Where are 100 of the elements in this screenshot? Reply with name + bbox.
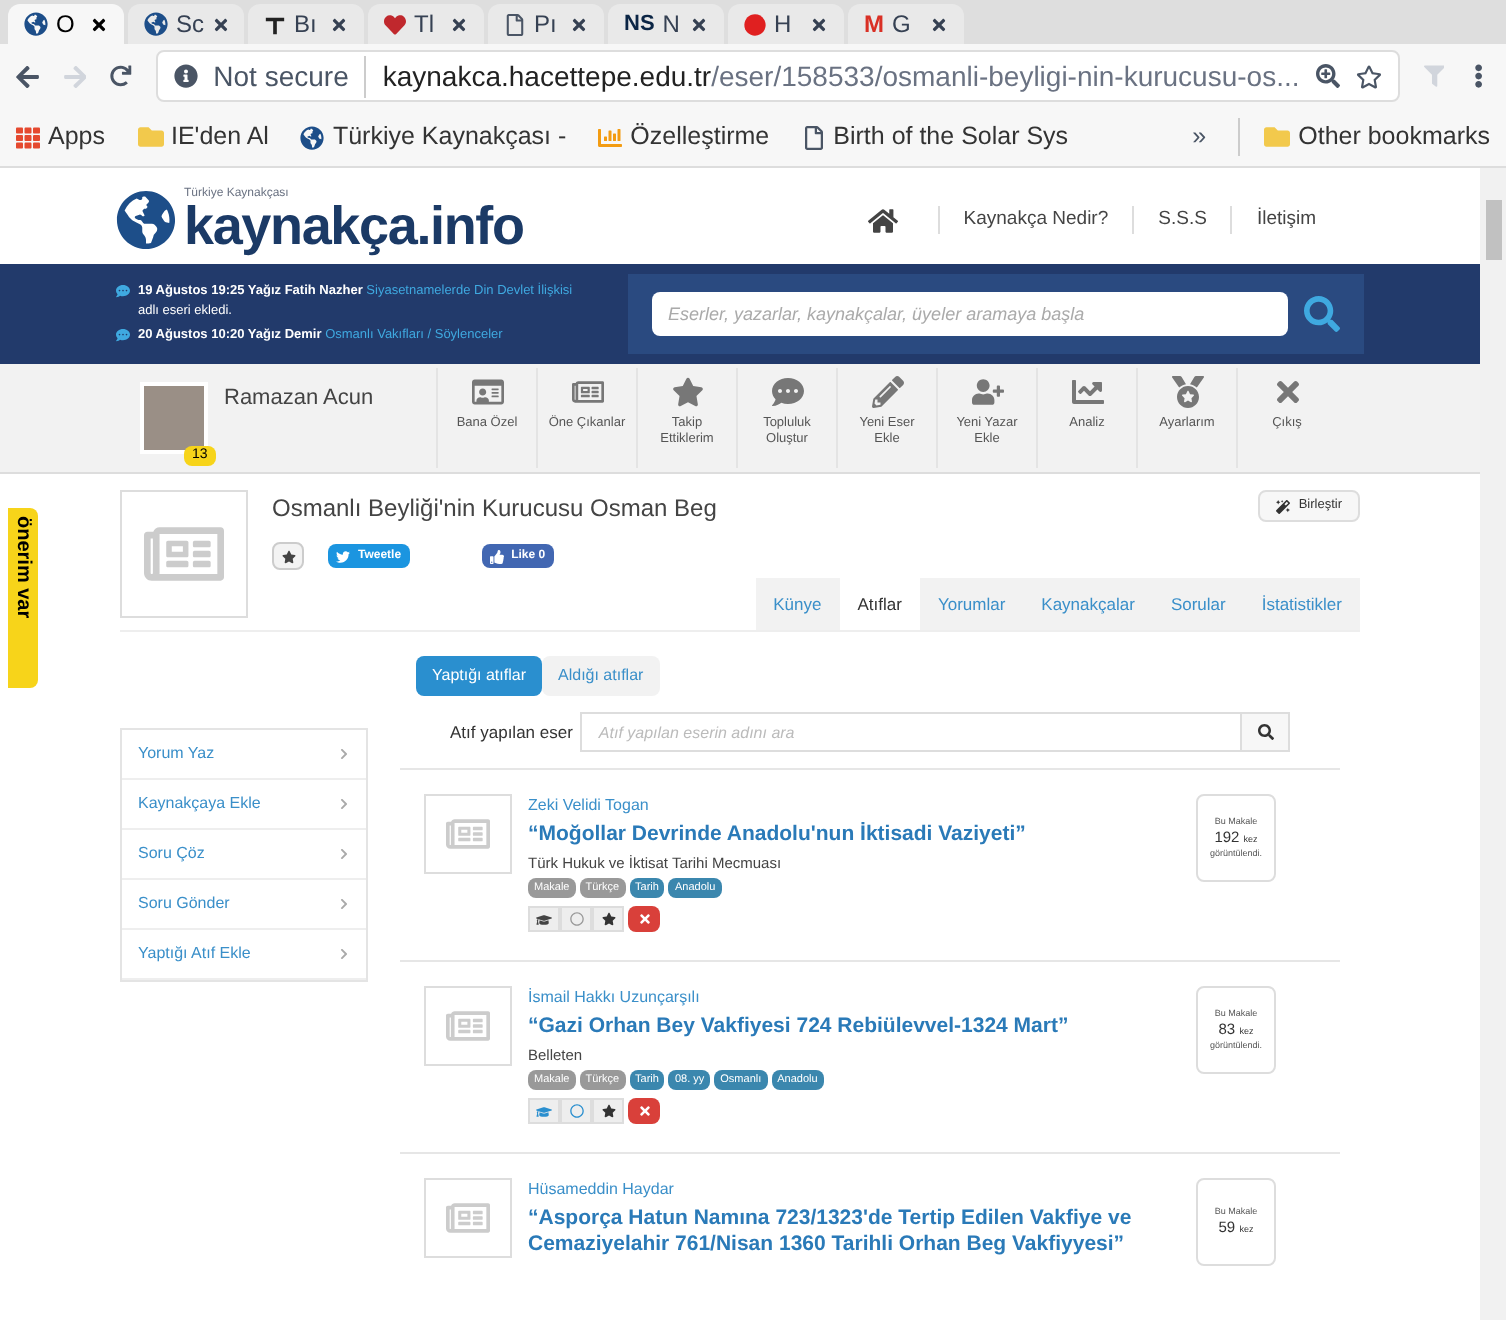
thumbs-up-icon	[489, 549, 504, 563]
url-text: kaynakca.hacettepe.edu.tr/eser/158533/osmanli-beyligi-nin-kurucusu-os...	[382, 57, 1300, 96]
tab-logo: M	[864, 8, 884, 42]
chat-bubble-icon	[771, 376, 803, 408]
author-link[interactable]: Hüsameddin Haydar	[528, 1178, 1180, 1202]
header-link[interactable]: Kaynakça Nedir?	[937, 205, 1109, 235]
comment-icon	[116, 328, 130, 343]
reload-icon[interactable]	[110, 64, 132, 88]
favorite-button[interactable]	[592, 1098, 624, 1125]
bookmark-item[interactable]: Apps	[16, 118, 105, 156]
browser-tab[interactable]: Sc	[128, 4, 244, 44]
browser-tab[interactable]: O	[8, 4, 124, 44]
chevron-icon	[338, 948, 350, 960]
close-icon[interactable]	[930, 15, 948, 33]
browser-tab[interactable]: H	[728, 4, 844, 44]
globe-icon	[24, 12, 48, 36]
bookmark-item[interactable]: Özelleştirme	[598, 118, 770, 156]
star-icon	[281, 549, 295, 563]
bookmark-item[interactable]: IE'den Al	[137, 118, 269, 156]
side-menu-item[interactable]: Yorum Yaz	[122, 730, 366, 780]
document-thumbnail	[424, 1178, 512, 1258]
bookmarks-overflow[interactable]: »	[1192, 118, 1207, 156]
wand-icon	[1276, 499, 1291, 513]
close-icon[interactable]	[330, 15, 348, 33]
close-icon[interactable]	[90, 15, 108, 33]
zoom-icon[interactable]	[1315, 64, 1340, 88]
bookmark-item[interactable]: Other bookmarks	[1238, 118, 1490, 156]
remove-button[interactable]	[628, 906, 660, 933]
document-icon	[504, 13, 526, 35]
tab-title: H	[774, 8, 792, 42]
bookmark-item[interactable]: Türkiye Kaynakçası -	[300, 118, 567, 156]
tab-title: Pı	[534, 8, 557, 42]
search-button[interactable]	[1242, 712, 1290, 752]
tab-title: N	[662, 8, 680, 42]
browser-tab[interactable]: M G	[848, 4, 964, 44]
citation-title[interactable]: “Gazi Orhan Bey Vakfiyesi 724 Rebiülevvel-1324 Mart”	[528, 1014, 1180, 1041]
document-thumbnail	[424, 794, 512, 874]
home-icon[interactable]	[867, 205, 898, 235]
remove-button[interactable]	[628, 1098, 660, 1125]
id-card-icon	[471, 376, 503, 408]
close-icon[interactable]	[690, 15, 708, 33]
star-icon	[601, 1104, 615, 1119]
close-icon[interactable]	[450, 15, 468, 33]
info-icon	[173, 64, 198, 88]
tab-logo: NS	[624, 9, 655, 40]
header-link[interactable]: İletişim	[1230, 205, 1316, 235]
letter-icon	[264, 13, 286, 35]
star-icon	[601, 912, 615, 927]
close-icon	[637, 1104, 651, 1119]
citation-toggle[interactable]: Yaptığı atıflar	[416, 656, 542, 696]
circle-icon	[744, 13, 766, 35]
side-menu-item[interactable]: Soru Gönder	[122, 880, 366, 930]
citation-title[interactable]: “Moğollar Devrinde Anadolu'nun İktisadi Vaziyeti”	[528, 822, 1180, 849]
security-label: Not secure	[213, 55, 367, 97]
heart-icon	[384, 13, 406, 35]
comment-icon	[116, 283, 130, 298]
bar-chart-icon	[598, 125, 623, 149]
header-link[interactable]: S.S.S	[1132, 205, 1207, 235]
browser-tab[interactable]: NS N	[608, 4, 724, 44]
browser-tab[interactable]: Tl	[368, 4, 484, 44]
browser-tab[interactable]: Pı	[488, 4, 604, 44]
newspaper-icon	[571, 376, 603, 408]
side-menu-item[interactable]: Soru Çöz	[122, 830, 366, 880]
user-name[interactable]: Ramazan Acun	[224, 382, 374, 415]
side-menu-item[interactable]: Kaynakçaya Ekle	[122, 780, 366, 830]
globe-icon	[144, 12, 168, 36]
tab-title: Sc	[176, 8, 205, 42]
search-icon	[1257, 724, 1273, 740]
close-icon[interactable]	[810, 15, 828, 33]
folder-icon	[137, 124, 163, 150]
globe-icon	[300, 125, 325, 149]
author-link[interactable]: İsmail Hakkı Uzunçarşılı	[528, 986, 1180, 1010]
document-thumbnail	[120, 490, 248, 618]
chevron-icon	[338, 748, 350, 760]
document-icon	[801, 125, 826, 149]
chevron-icon	[338, 798, 350, 810]
close-icon	[637, 912, 651, 927]
work-title: Osmanlı Beyliği'nin Kurucusu Osman Beg	[272, 492, 717, 526]
graduation-cap-icon	[536, 1103, 552, 1120]
favorite-button[interactable]	[592, 906, 624, 933]
close-icon[interactable]	[570, 15, 588, 33]
bookmark-item[interactable]: Birth of the Solar Sys	[801, 118, 1069, 156]
pencil-icon	[871, 376, 903, 408]
side-menu-item[interactable]: Yaptığı Atıf Ekle	[122, 930, 366, 980]
author-link[interactable]: Zeki Velidi Togan	[528, 794, 1180, 818]
chevron-icon	[338, 848, 350, 860]
tab-title: Tl	[414, 8, 434, 42]
favorite-button[interactable]	[272, 542, 304, 570]
bookmark-star-icon[interactable]	[1355, 63, 1382, 89]
close-icon[interactable]	[212, 15, 231, 33]
suggestion-side-tab[interactable]: önerim var	[8, 508, 38, 688]
back-icon[interactable]	[16, 63, 40, 89]
graduation-cap-icon	[536, 911, 552, 928]
library-button[interactable]	[528, 906, 560, 933]
browser-tab[interactable]: Bı	[248, 4, 364, 44]
search-icon[interactable]	[1304, 296, 1340, 332]
site-search-field[interactable]: Eserler, yazarlar, kaynakçalar, üyeler aramaya başla	[652, 292, 1288, 336]
address-bar[interactable]: Not secure kaynakca.hacettepe.edu.tr/eser/158533/osmanli-beyligi-nin-kurucusu-os...	[155, 50, 1400, 102]
add-user-icon	[971, 376, 1003, 408]
citation-title[interactable]: “Asporça Hatun Namına 723/1323'de Tertip Edilen Vakfiye ve Cemaziyelahir 761/Nisan 1360 Tarihli Orhan Beg Vakfiyyesi”	[528, 1206, 1180, 1259]
